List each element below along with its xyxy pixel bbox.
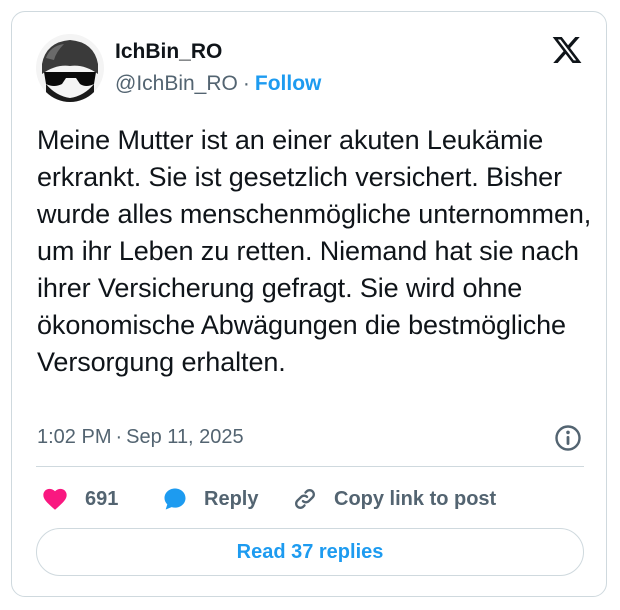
separator-dot: ·	[242, 72, 250, 95]
tweet-card: IchBin_RO @IchBin_RO · Follow Meine Mutter…	[11, 11, 607, 597]
author-handle[interactable]: @IchBin_RO	[115, 72, 238, 95]
timestamp-separator: ·	[115, 426, 123, 448]
divider	[36, 466, 584, 467]
reply-button[interactable]: Reply	[160, 484, 258, 514]
tweet-time: 1:02 PM	[37, 426, 112, 448]
tweet-text: Meine Mutter ist an einer akuten Leukämi…	[37, 125, 592, 377]
avatar[interactable]	[36, 34, 104, 102]
author-name[interactable]: IchBin_RO	[115, 40, 222, 64]
info-icon[interactable]	[554, 424, 582, 452]
copy-link-label: Copy link to post	[334, 487, 497, 510]
action-bar: 691 Reply Copy link to post	[40, 484, 600, 514]
read-replies-label: Read 37 replies	[236, 540, 384, 563]
tweet-timestamp[interactable]: 1:02 PM · Sep 11, 2025	[37, 426, 244, 449]
reply-bubble-icon	[164, 488, 186, 510]
copy-link-button[interactable]: Copy link to post	[290, 484, 496, 514]
follow-button[interactable]: Follow	[255, 72, 322, 95]
heart-icon	[43, 488, 67, 510]
like-button[interactable]: 691	[40, 484, 118, 514]
link-icon	[295, 489, 315, 509]
tweet-date: Sep 11, 2025	[126, 426, 244, 448]
author-handle-row: @IchBin_RO · Follow	[115, 72, 321, 96]
like-count: 691	[85, 487, 119, 510]
x-logo-icon[interactable]	[550, 34, 584, 66]
read-replies-button[interactable]: Read 37 replies	[36, 528, 584, 576]
reply-label: Reply	[204, 487, 259, 510]
